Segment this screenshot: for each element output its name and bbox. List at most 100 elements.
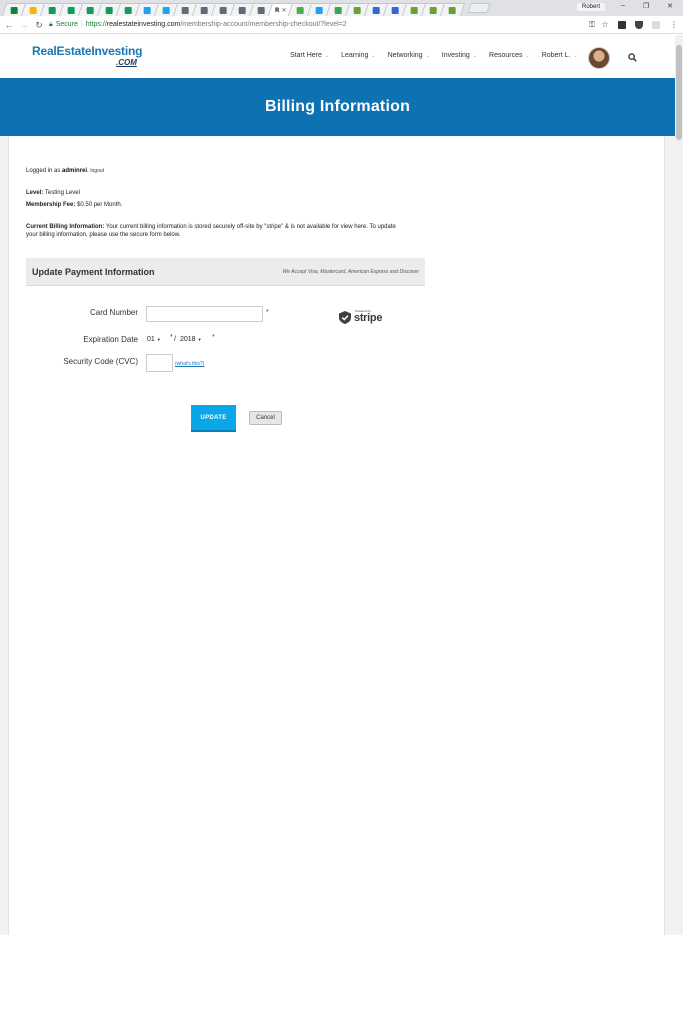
- tree-icon: [353, 6, 361, 14]
- twitter-icon: [162, 6, 170, 14]
- active-tab-label: R: [275, 6, 281, 14]
- exp-month-required-mark: *: [170, 334, 173, 341]
- accepted-cards-note: We Accept Visa, Mastercard, American Exp…: [282, 269, 419, 275]
- back-icon[interactable]: ←: [4, 19, 14, 31]
- tree-icon: [410, 6, 418, 14]
- doc-icon: [200, 6, 208, 14]
- minimize-icon[interactable]: –: [617, 2, 629, 9]
- page-title: Billing Information: [264, 98, 411, 115]
- exp-year-select[interactable]: 2018 ▼: [180, 334, 202, 346]
- fee-label: Membership Fee:: [26, 202, 76, 208]
- exp-year-value: 2018: [180, 336, 196, 343]
- video-icon: [372, 6, 380, 14]
- site-logo[interactable]: RealEstateInvesting .COM: [32, 44, 143, 67]
- level-label: Level:: [26, 190, 44, 196]
- nav-label: Investing: [441, 52, 470, 59]
- logged-in-prefix: Logged in as: [26, 168, 63, 174]
- exp-month-chevron-icon: ▼: [156, 337, 161, 342]
- green-app-icon: [296, 6, 304, 14]
- sheets-icon: [67, 6, 75, 14]
- sheets-icon: [86, 6, 94, 14]
- nav-label: Robert L.: [541, 52, 571, 59]
- cvc-input[interactable]: [146, 354, 173, 372]
- billing-label: Current Billing Information:: [26, 224, 105, 230]
- browser-tab-right-8[interactable]: [439, 3, 466, 16]
- profile-button[interactable]: Robert: [576, 3, 605, 11]
- exp-year-required-mark: *: [212, 334, 215, 341]
- nav-item-resources[interactable]: Resources ⌄: [489, 52, 530, 59]
- tree-icon: [448, 6, 456, 14]
- reload-icon[interactable]: ↻: [34, 19, 44, 31]
- card-number-input[interactable]: [146, 306, 263, 322]
- bookmark-star-icon[interactable]: ☆: [600, 19, 610, 31]
- nav-label: Networking: [387, 52, 423, 59]
- powered-by-text: Powered by: [355, 309, 371, 313]
- url-separator: |: [80, 21, 83, 28]
- new-tab-button[interactable]: [467, 3, 491, 13]
- shield-check-icon: [339, 311, 351, 324]
- whats-this-link[interactable]: (what's this?): [175, 361, 204, 367]
- nav-item-learning[interactable]: Learning ⌄: [341, 52, 375, 59]
- url-path: /membership-account/membership-checkout/…: [180, 21, 347, 28]
- username: adminrei: [62, 168, 88, 174]
- search-icon[interactable]: [628, 53, 637, 62]
- close-window-icon[interactable]: ✕: [664, 2, 676, 10]
- nav-item-networking[interactable]: Networking ⌄: [388, 52, 430, 59]
- user-avatar[interactable]: [588, 47, 610, 69]
- secure-label: Secure: [55, 21, 78, 28]
- chevron-down-icon: ⌄: [573, 53, 578, 59]
- exp-month-select[interactable]: 01 ▼: [147, 334, 161, 346]
- main-nav: Start Here ⌄ Learning ⌄ Networking ⌄ Investing…: [290, 52, 590, 59]
- chevron-down-icon: ⌄: [472, 53, 478, 59]
- exp-separator: /: [174, 336, 176, 343]
- twitter-icon: [315, 6, 323, 14]
- shield-extension-icon[interactable]: [635, 21, 643, 29]
- inactive-extension-icon[interactable]: [652, 21, 660, 29]
- lock-icon: 🔒︎: [49, 21, 53, 28]
- scrollbar-thumb[interactable]: [676, 45, 682, 140]
- restore-icon[interactable]: ❐: [640, 2, 652, 10]
- key-icon[interactable]: ⚿: [587, 19, 597, 31]
- nav-item-robert-l[interactable]: Robert L. ⌄: [542, 52, 578, 59]
- page-banner: Billing Information: [0, 78, 675, 136]
- website: RealEstateInvesting .COM Start Here ⌄ Lear…: [0, 35, 683, 935]
- payment-section-header: Update Payment Information We Accept Vis…: [26, 258, 425, 286]
- cvc-label: Security Code (CVC): [63, 357, 138, 366]
- nav-item-start-here[interactable]: Start Here ⌄: [290, 52, 329, 59]
- chevron-down-icon: ⌄: [371, 53, 376, 59]
- twitter-icon: [143, 6, 151, 14]
- sheets-icon: [48, 6, 56, 14]
- whats-this-text: what's this?: [176, 361, 203, 367]
- nav-item-investing[interactable]: Investing ⌄: [442, 52, 477, 59]
- green-circle-icon: [334, 6, 342, 14]
- stripe-wordmark: stripe: [354, 311, 383, 324]
- doc-icon: [181, 6, 189, 14]
- logo-com: .COM: [116, 58, 137, 67]
- stripe-badge: Powered by stripe: [339, 309, 383, 324]
- fee-value: $0.50 per Month.: [75, 202, 123, 208]
- close-tab-icon[interactable]: ✕: [282, 7, 287, 14]
- chrome-menu-icon[interactable]: ⋮: [669, 19, 679, 31]
- level-value: Testing Level: [43, 190, 80, 196]
- url-field[interactable]: 🔒︎ Secure | https:// realestateinvesting…: [49, 18, 614, 32]
- nav-label: Start Here: [290, 52, 322, 59]
- account-info: Logged in as adminrei. logout Level: Tes…: [26, 167, 426, 253]
- forward-icon[interactable]: →: [19, 19, 29, 31]
- payment-heading: Update Payment Information: [32, 267, 155, 277]
- extension-icon[interactable]: [618, 21, 626, 29]
- cancel-button[interactable]: Cancel: [249, 411, 282, 425]
- url-scheme: https://: [85, 21, 107, 28]
- billing-notice: Current Billing Information: Your curren…: [26, 223, 396, 239]
- address-bar: ← → ↻ 🔒︎ Secure | https:// realestateinv…: [0, 16, 683, 34]
- doc-icon: [257, 6, 265, 14]
- video-icon: [391, 6, 399, 14]
- logo-text: RealEstateInvesting: [32, 44, 143, 58]
- sheets-icon: [105, 6, 113, 14]
- page-scrollbar[interactable]: [675, 35, 683, 935]
- chevron-down-icon: ⌄: [425, 53, 430, 59]
- exp-month-value: 01: [147, 336, 155, 343]
- sheets-icon: [124, 6, 132, 14]
- update-button[interactable]: UPDATE: [191, 405, 236, 432]
- logout-link[interactable]: logout: [90, 168, 104, 174]
- tree-icon: [429, 6, 437, 14]
